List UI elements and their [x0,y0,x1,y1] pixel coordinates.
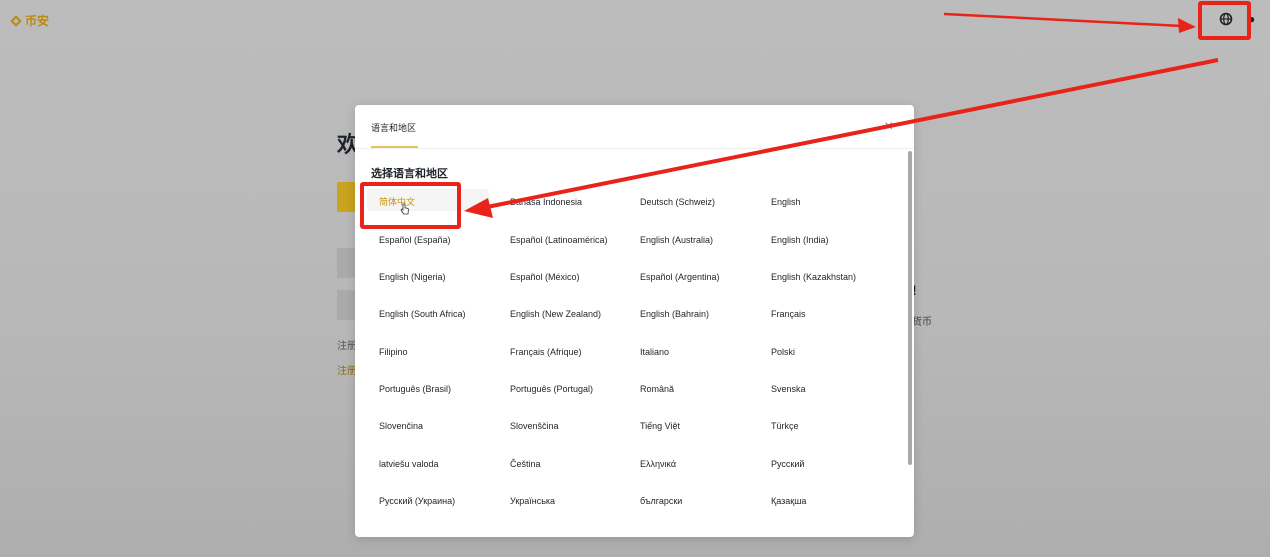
annotation-arrows [464,12,1219,218]
